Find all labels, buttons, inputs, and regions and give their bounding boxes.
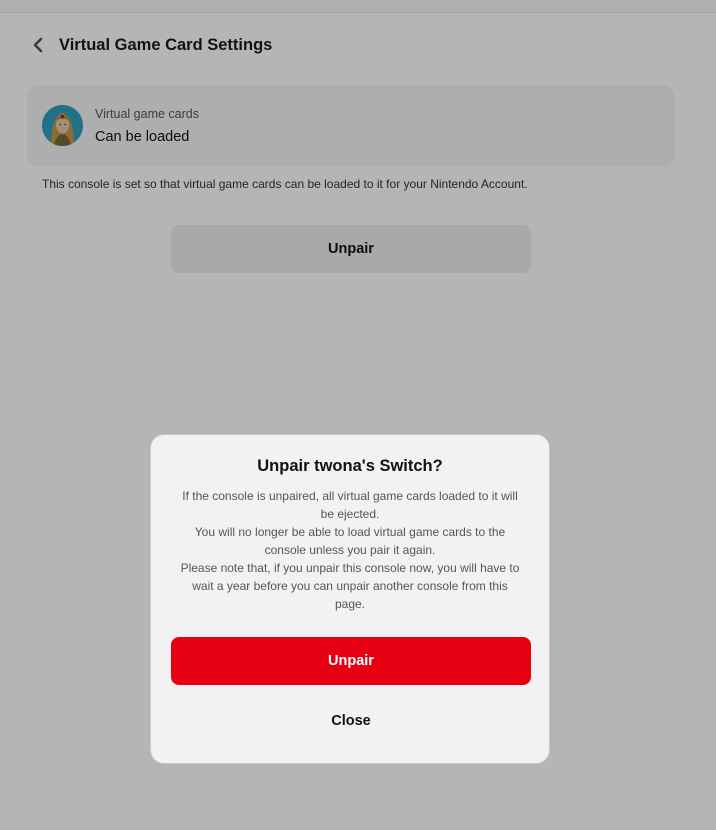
dialog-title: Unpair twona's Switch? bbox=[257, 457, 443, 475]
dialog-paragraph: Please note that, if you unpair this con… bbox=[180, 561, 520, 611]
dialog-body: If the console is unpaired, all virtual … bbox=[179, 487, 521, 613]
dialog-paragraph: You will no longer be able to load virtu… bbox=[194, 525, 506, 557]
unpair-dialog: Unpair twona's Switch? If the console is… bbox=[150, 434, 550, 764]
dialog-paragraph: If the console is unpaired, all virtual … bbox=[182, 489, 518, 521]
close-button[interactable]: Close bbox=[171, 699, 531, 743]
confirm-unpair-button[interactable]: Unpair bbox=[171, 637, 531, 685]
